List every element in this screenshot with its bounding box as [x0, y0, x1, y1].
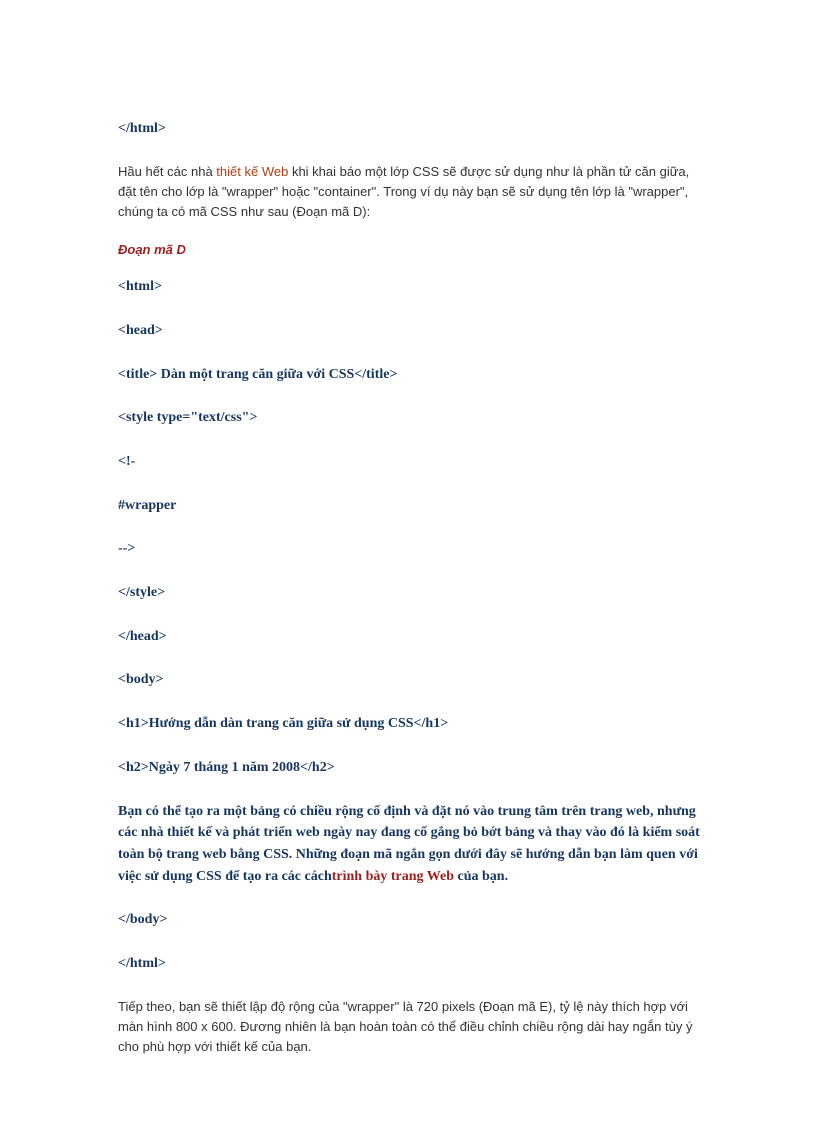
- code-line: <html>: [118, 276, 701, 298]
- code-line: <h1>Hướng dẫn dàn trang căn giữa sử dụng…: [118, 713, 701, 735]
- code-line: <style type="text/css">: [118, 407, 701, 429]
- code-line: <head>: [118, 320, 701, 342]
- section-heading: Đoạn mã D: [118, 240, 701, 260]
- code-line: </html>: [118, 118, 701, 140]
- code-line: </style>: [118, 582, 701, 604]
- document-page: </html> Hầu hết các nhà thiết kế Web khi…: [0, 0, 816, 1057]
- bold-paragraph: Bạn có thể tạo ra một bảng có chiều rộng…: [118, 801, 701, 888]
- code-line: <!-: [118, 451, 701, 473]
- link-text: thiết kế Web: [216, 164, 288, 179]
- code-line: </body>: [118, 909, 701, 931]
- text: của bạn.: [454, 869, 508, 884]
- code-line: </head>: [118, 626, 701, 648]
- code-line: <body>: [118, 669, 701, 691]
- code-line: -->: [118, 538, 701, 560]
- link-text: trình bày trang Web: [332, 869, 454, 884]
- code-line: #wrapper: [118, 495, 701, 517]
- code-line: </html>: [118, 953, 701, 975]
- paragraph: Hầu hết các nhà thiết kế Web khi khai bá…: [118, 162, 701, 222]
- text: Hầu hết các nhà: [118, 164, 216, 179]
- paragraph: Tiếp theo, bạn sẽ thiết lập độ rộng của …: [118, 997, 701, 1057]
- code-line: <title> Dàn một trang căn giữa với CSS</…: [118, 364, 701, 386]
- code-line: <h2>Ngày 7 tháng 1 năm 2008</h2>: [118, 757, 701, 779]
